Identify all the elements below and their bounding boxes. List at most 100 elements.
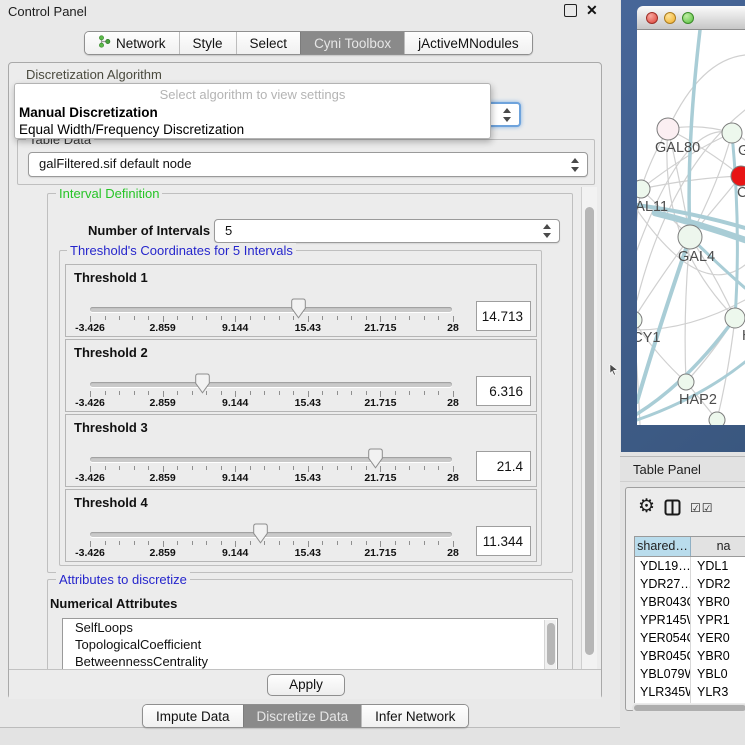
scrollbar-thumb[interactable] [585,207,594,655]
attribute-list-item[interactable]: BetweennessCentrality [63,653,557,669]
tick-label: -3.426 [75,322,105,334]
tick-label: 28 [447,397,459,409]
slider-track[interactable] [90,307,452,312]
table-row[interactable]: YDR27… YDR2 [635,575,745,593]
network-node[interactable] [709,412,725,425]
table-row[interactable]: YBL079W YBL0 [635,665,745,683]
threshold-value-input[interactable] [476,376,531,406]
tick-label: 15.43 [295,397,321,409]
table-row[interactable]: YLR345W YLR3 [635,683,745,701]
table-panel-titlebar: Table Panel [620,456,745,482]
number-of-intervals-combo[interactable]: 5 [214,219,560,243]
tab-label: Cyni Toolbox [314,36,391,51]
slider-track[interactable] [90,532,452,537]
node-table: shared… na YDL19… YDL1 YDR27… YDR2 YBR04… [634,536,745,703]
node-label: GA [738,143,745,159]
slider-track[interactable] [90,457,452,462]
stepper-arrows-icon [503,108,512,122]
shared-name-cell: YIL052C [635,701,691,703]
table-rows: YDL19… YDL1 YDR27… YDR2 YBR043C YBR0 YPR… [634,557,745,703]
tab-label: Impute Data [156,709,230,724]
slider-tick-labels: -3.4262.8599.14415.4321.71528 [90,322,453,334]
node-label: GAL4 [678,249,715,265]
tab-network[interactable]: Network [85,32,179,54]
checkbox-icons[interactable]: ☑☑ [690,501,714,515]
scrollbar-thumb[interactable] [547,623,555,665]
tab-jactivemnodules[interactable]: jActiveMNodules [404,32,532,54]
threshold-value-input[interactable] [476,526,531,556]
tab-label: Network [116,36,166,51]
zoom-traffic-light-icon[interactable] [682,12,694,24]
minimize-traffic-light-icon[interactable] [664,12,676,24]
threshold-value-input[interactable] [476,301,531,331]
tab-discretize-data[interactable]: Discretize Data [243,705,362,727]
table-row[interactable]: YIL052C YIL0 [635,701,745,703]
slider-handle[interactable] [368,448,383,469]
tick-label: 2.859 [149,472,175,484]
attribute-list-item[interactable]: TopologicalCoefficient [63,636,557,653]
close-icon[interactable]: ✕ [586,2,598,19]
close-traffic-light-icon[interactable] [646,12,658,24]
column-header-name[interactable]: na [691,537,745,556]
tick-label: 2.859 [149,547,175,559]
column-header-shared-name[interactable]: shared… [635,537,691,556]
threshold-value-input[interactable] [476,451,531,481]
network-node-c[interactable] [731,166,745,186]
interval-definition-title: Interval Definition [56,187,162,201]
network-canvas[interactable]: GAL80GACGAL11GAL4GCY1HHAP2 [637,30,745,425]
shared-name-cell: YPR145W [635,611,691,629]
slider-track[interactable] [90,382,452,387]
shared-name-cell: YBL079W [635,665,691,683]
table-row[interactable]: YER054C YER0 [635,629,745,647]
slider-handle[interactable] [253,523,268,544]
tab-label: Style [193,36,223,51]
table-row[interactable]: YDL19… YDL1 [635,557,745,575]
tick-label: 15.43 [295,547,321,559]
network-edge [668,55,745,129]
attributes-list-scrollbar[interactable] [544,620,556,669]
slider-handle[interactable] [291,298,306,319]
table-data-combo[interactable]: galFiltered.sif default node [28,152,588,177]
shared-name-cell: YDL19… [635,557,691,575]
cyni-toolbox-panel: Discretization Algorithm Select algorith… [8,62,602,699]
tick-label: 15.43 [295,322,321,334]
network-tree-icon [98,35,111,51]
table-row[interactable]: YPR145W YPR1 [635,611,745,629]
tab-impute-data[interactable]: Impute Data [143,705,243,727]
apply-button[interactable]: Apply [267,674,345,696]
network-node-gal4[interactable] [678,225,702,249]
network-node-ga[interactable] [722,123,742,143]
network-node-gal11[interactable] [637,180,650,198]
scrollbar-thumb[interactable] [634,705,745,711]
threshold-panel: Threshold 4 -3.4262.8599.14415.4321.7152… [65,489,537,562]
columns-icon[interactable] [664,499,681,521]
dropdown-option-equal-width-frequency[interactable]: Equal Width/Frequency Discretization [19,122,244,137]
panel-vertical-scrollbar[interactable] [581,187,597,669]
tab-cyni-toolbox[interactable]: Cyni Toolbox [300,32,404,54]
slider-handle[interactable] [195,373,210,394]
gear-icon[interactable]: ⚙ [638,495,655,518]
table-panel: ⚙ ☑☑ shared… na YDL19… YDL1 YDR27… YDR2 … [625,487,745,711]
network-node-gcy1[interactable] [637,311,642,329]
attribute-list-item[interactable]: SelfLoops [63,619,557,636]
network-node-h[interactable] [725,308,745,328]
numerical-attributes-label: Numerical Attributes [50,596,177,611]
network-node-hap2[interactable] [678,374,694,390]
table-row[interactable]: YBR043C YBR0 [635,593,745,611]
threshold-label: Threshold 3 [74,420,148,435]
network-node-gal80[interactable] [657,118,679,140]
tab-select[interactable]: Select [236,32,301,54]
tab-infer-network[interactable]: Infer Network [361,705,468,727]
dropdown-option-manual-discretization[interactable]: Manual Discretization [19,105,158,120]
float-window-icon[interactable] [564,4,577,17]
table-row[interactable]: YBR045C YBR0 [635,647,745,665]
name-cell: YBR0 [691,647,745,665]
thresholds-group-title: Threshold's Coordinates for 5 Intervals [67,243,296,258]
network-window-titlebar[interactable] [637,6,745,30]
numerical-attributes-list: SelfLoopsTopologicalCoefficientBetweenne… [62,618,558,669]
table-horizontal-scrollbar[interactable] [632,704,745,712]
tab-style[interactable]: Style [179,32,236,54]
name-cell: YPR1 [691,611,745,629]
name-cell: YER0 [691,629,745,647]
tick-label: 15.43 [295,472,321,484]
